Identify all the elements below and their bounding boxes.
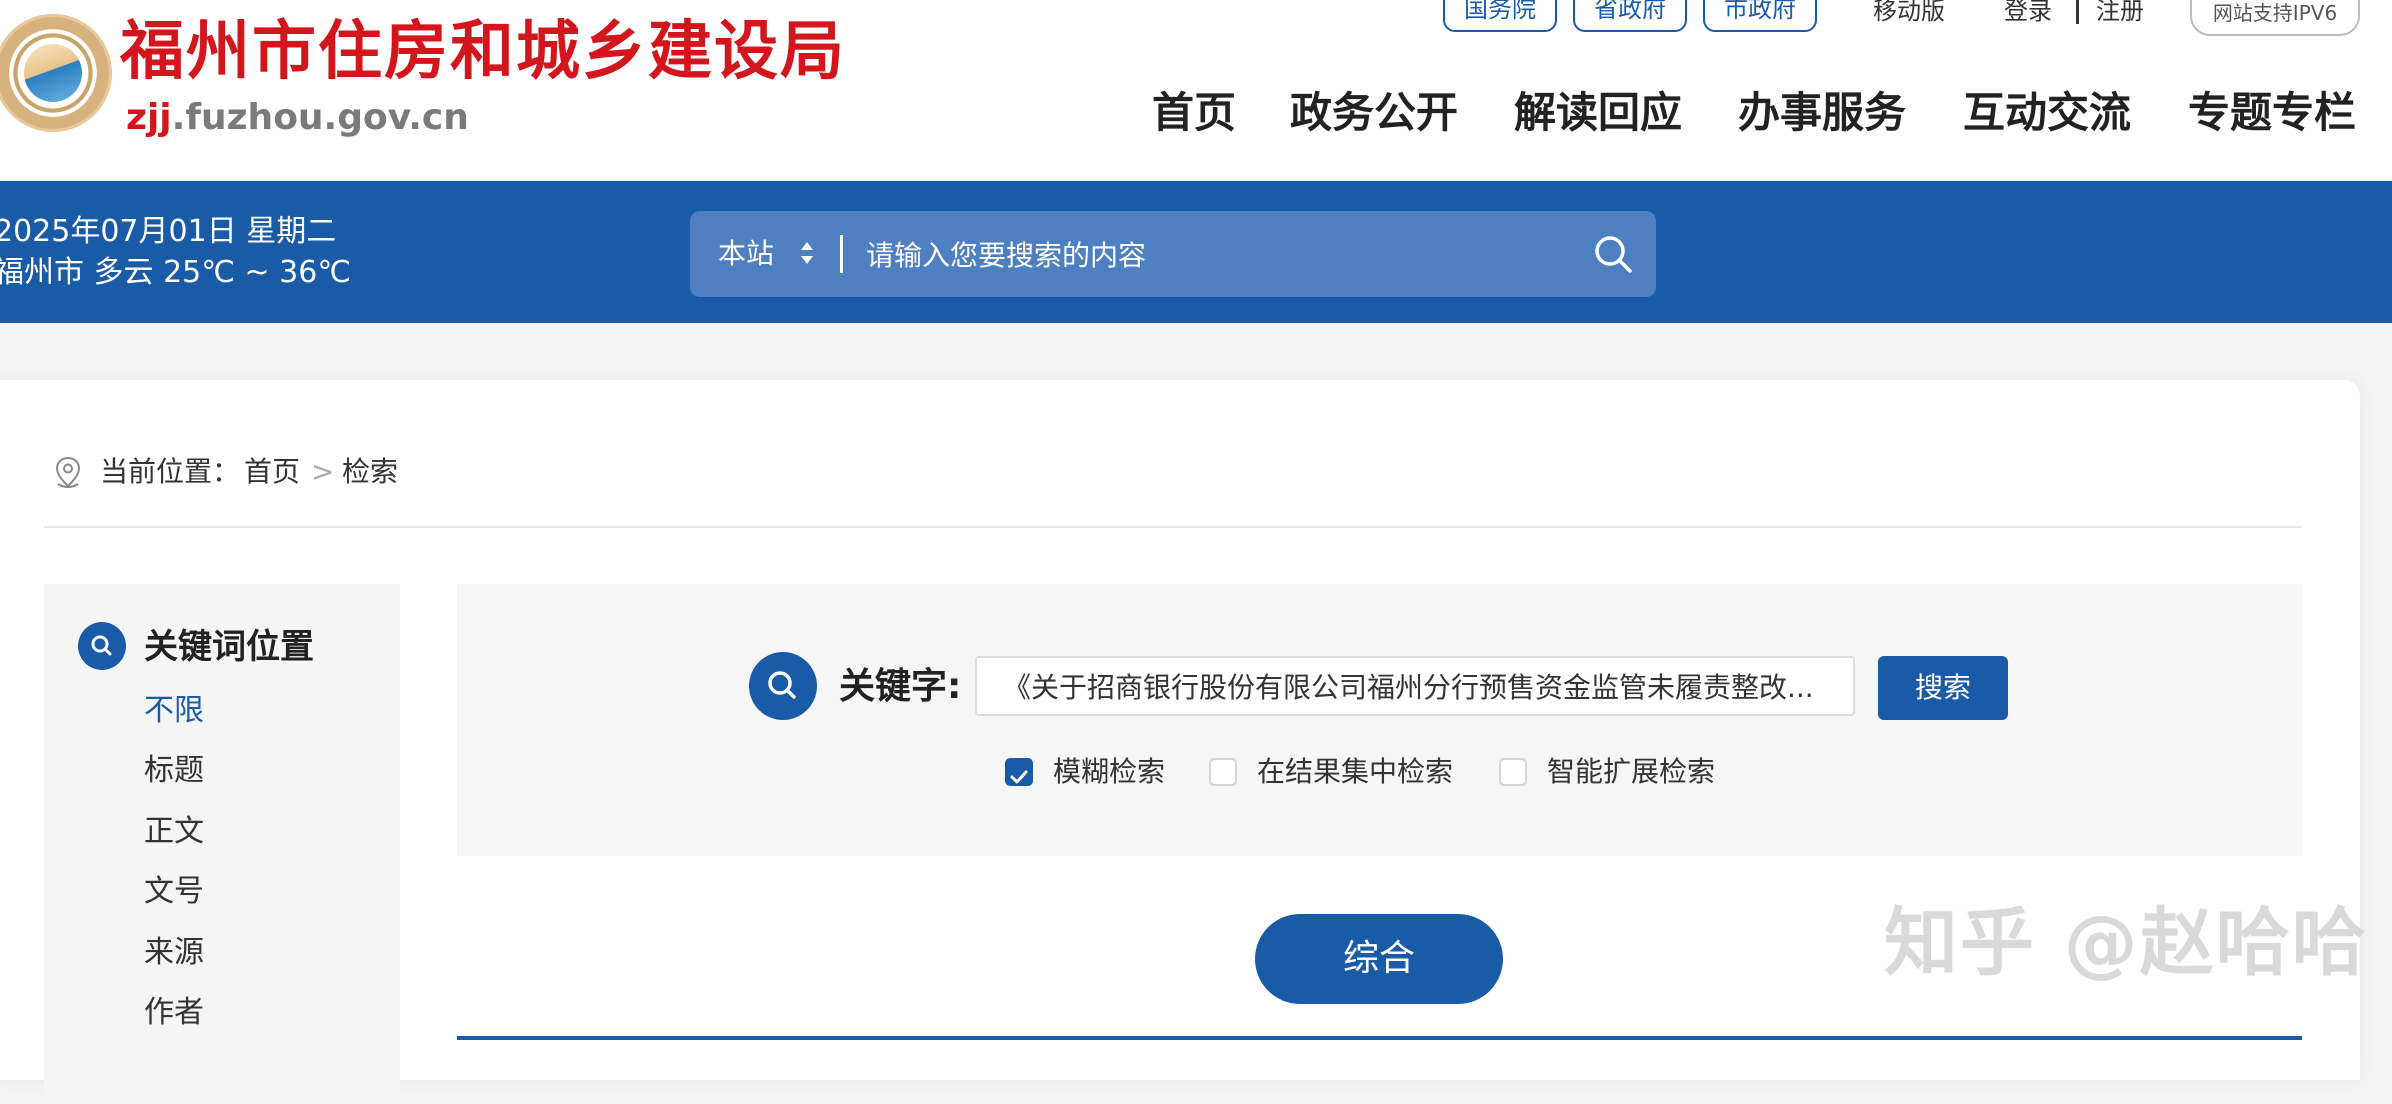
sidebar-item-body[interactable]: 正文 bbox=[144, 811, 204, 853]
option-label: 在结果集中检索 bbox=[1257, 755, 1454, 788]
breadcrumb-current: 检索 bbox=[342, 455, 399, 488]
gov-link-city[interactable]: 市政府 bbox=[1703, 0, 1817, 32]
emblem-building-icon bbox=[24, 44, 82, 102]
watermark-text: 知乎 @赵哈哈 bbox=[1884, 900, 2368, 986]
search-button[interactable]: 搜索 bbox=[1878, 656, 2008, 720]
site-header: 福州市住房和城乡建设局 zjj.fuzhou.gov.cn 国务院 省政府 市政… bbox=[0, 0, 2392, 181]
search-divider bbox=[840, 235, 843, 273]
nav-interaction[interactable]: 互动交流 bbox=[1963, 86, 2131, 140]
sidebar-title: 关键词位置 bbox=[144, 627, 314, 667]
register-link[interactable]: 注册 bbox=[2096, 0, 2144, 28]
keyword-search-panel: 关键字: 搜索 模糊检索 在结果集中检索 智能扩展检索 bbox=[457, 584, 2302, 856]
gov-link-province[interactable]: 省政府 bbox=[1573, 0, 1687, 32]
option-label: 模糊检索 bbox=[1053, 755, 1166, 788]
nav-home[interactable]: 首页 bbox=[1152, 86, 1236, 140]
weather-info: 福州市 多云 25℃ ~ 36℃ bbox=[0, 255, 352, 290]
checkbox-icon[interactable] bbox=[1209, 758, 1237, 786]
login-link[interactable]: 登录 bbox=[2004, 0, 2052, 28]
search-scope-select[interactable]: 本站 bbox=[718, 233, 774, 275]
scope-arrows-icon[interactable] bbox=[798, 236, 814, 272]
checkbox-icon[interactable] bbox=[1499, 758, 1527, 786]
nav-interpretation[interactable]: 解读回应 bbox=[1514, 86, 1682, 140]
site-domain: zjj.fuzhou.gov.cn bbox=[126, 97, 469, 138]
keyword-label: 关键字: bbox=[839, 666, 962, 707]
breadcrumb-prefix: 当前位置： bbox=[100, 455, 241, 488]
sidebar-item-doc-number[interactable]: 文号 bbox=[144, 871, 204, 913]
keyword-input[interactable] bbox=[975, 656, 1855, 716]
breadcrumb-separator: > bbox=[311, 455, 335, 488]
location-pin-icon bbox=[52, 456, 84, 490]
site-title[interactable]: 福州市住房和城乡建设局 bbox=[120, 14, 846, 90]
sidebar-item-any[interactable]: 不限 bbox=[144, 690, 204, 732]
site-logo-emblem[interactable] bbox=[0, 14, 112, 132]
mobile-version-link[interactable]: 移动版 bbox=[1873, 0, 1945, 28]
current-date: 2025年07月01日 星期二 bbox=[0, 214, 337, 249]
checkbox-checked-icon[interactable] bbox=[1005, 758, 1033, 786]
login-divider bbox=[2076, 0, 2079, 24]
nav-services[interactable]: 办事服务 bbox=[1738, 86, 1906, 140]
sidebar-item-source[interactable]: 来源 bbox=[144, 932, 204, 974]
nav-topics[interactable]: 专题专栏 bbox=[2188, 86, 2356, 140]
option-label: 智能扩展检索 bbox=[1547, 755, 1716, 788]
keyword-position-sidebar: 关键词位置 不限 标题 正文 文号 来源 作者 bbox=[44, 584, 400, 1104]
sidebar-item-author[interactable]: 作者 bbox=[144, 992, 204, 1034]
site-search-input[interactable] bbox=[864, 225, 1568, 285]
ipv6-badge: 网站支持IPV6 bbox=[2190, 0, 2360, 36]
nav-gov-affairs[interactable]: 政务公开 bbox=[1290, 86, 1458, 140]
breadcrumb-home[interactable]: 首页 bbox=[244, 452, 300, 492]
breadcrumb-divider bbox=[44, 526, 2302, 528]
gov-link-state-council[interactable]: 国务院 bbox=[1443, 0, 1557, 32]
search-icon[interactable] bbox=[1592, 233, 1634, 275]
search-icon bbox=[749, 652, 817, 720]
tab-all[interactable]: 综合 bbox=[1255, 914, 1503, 1004]
tab-underline bbox=[457, 1036, 2302, 1040]
site-search-box: 本站 bbox=[690, 211, 1656, 297]
info-search-bar: 2025年07月01日 星期二 福州市 多云 25℃ ~ 36℃ 本站 bbox=[0, 181, 2392, 323]
sidebar-item-title[interactable]: 标题 bbox=[144, 750, 204, 792]
search-icon bbox=[78, 622, 126, 670]
